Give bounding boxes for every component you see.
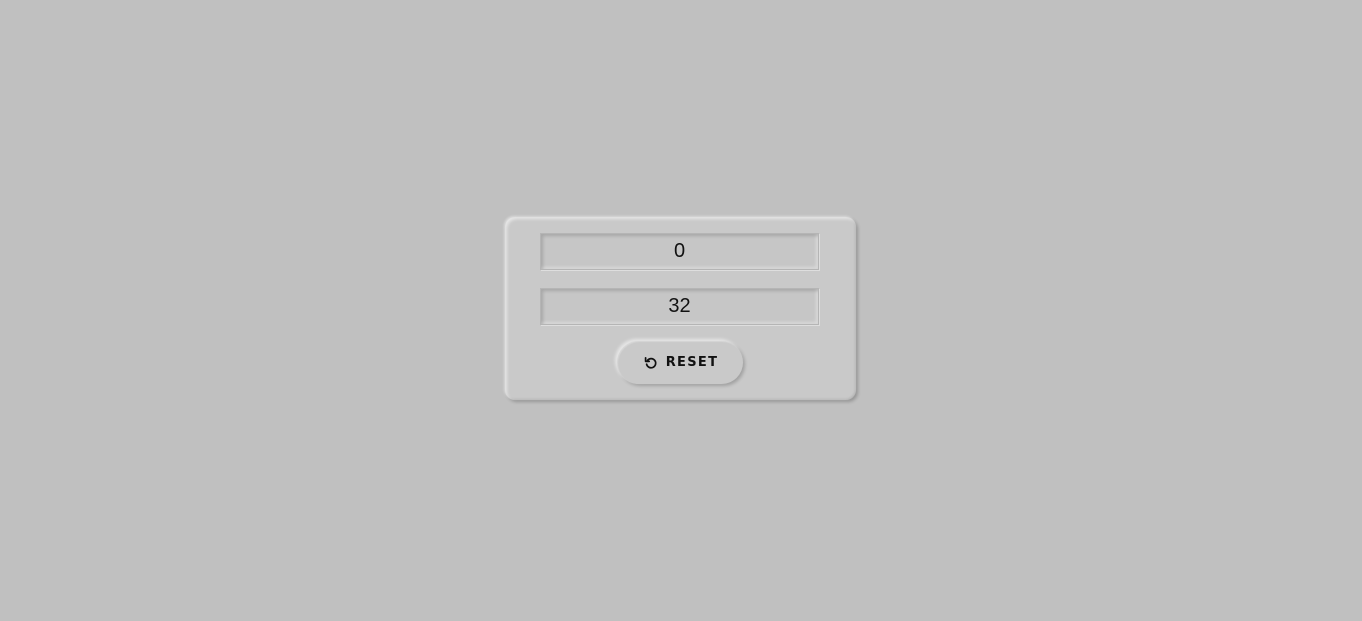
reset-button[interactable]: RESET bbox=[617, 341, 743, 384]
reset-icon bbox=[644, 356, 658, 370]
reset-button-label: RESET bbox=[665, 355, 719, 370]
first-value-input[interactable] bbox=[540, 233, 819, 270]
converter-card: RESET bbox=[505, 217, 856, 400]
second-value-input[interactable] bbox=[540, 288, 819, 325]
page-background: RESET bbox=[0, 0, 1362, 621]
